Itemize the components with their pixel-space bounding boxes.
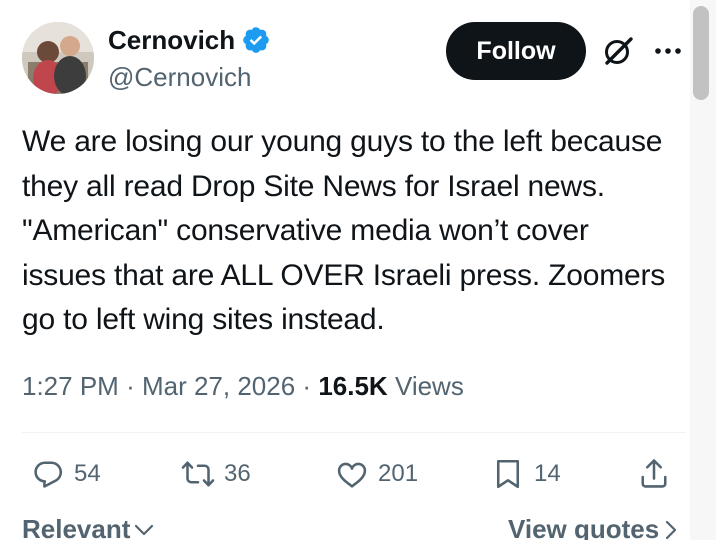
views-count: 16.5K bbox=[318, 371, 388, 401]
retweet-count: 36 bbox=[224, 460, 251, 487]
tweet-text-line: they all read Drop Site News for Israel … bbox=[22, 169, 605, 203]
meta-separator: · bbox=[302, 371, 312, 401]
like-count: 201 bbox=[378, 460, 419, 487]
share-icon bbox=[641, 459, 667, 488]
tweet-text-line: "American" conservative media won’t cove… bbox=[22, 214, 589, 247]
reply-icon bbox=[34, 461, 63, 488]
tweet-text: We are losing our young guys to the left… bbox=[22, 120, 690, 343]
like-button[interactable]: 201 bbox=[334, 454, 418, 494]
tweet-meta: 1:27 PM · Mar 27, 2026 · 16.5K Views bbox=[22, 367, 464, 405]
bookmark-count: 14 bbox=[534, 460, 561, 487]
views-label: Views bbox=[394, 371, 464, 401]
reply-button[interactable]: 54 bbox=[30, 454, 101, 494]
tweet-text-line: issues that are ALL OVER Israeli press. … bbox=[22, 258, 666, 292]
retweet-icon bbox=[181, 461, 215, 487]
more-options-icon[interactable] bbox=[650, 36, 686, 66]
retweet-button[interactable]: 36 bbox=[180, 454, 251, 494]
grok-icon[interactable] bbox=[600, 33, 636, 69]
tweet-date[interactable]: Mar 27, 2026 bbox=[142, 371, 295, 401]
reply-count: 54 bbox=[74, 460, 101, 487]
tweet-text-line: go to left wing sites instead. bbox=[22, 303, 385, 336]
chevron-right-icon bbox=[666, 520, 677, 539]
tweet-time[interactable]: 1:27 PM bbox=[22, 371, 119, 401]
divider bbox=[22, 432, 686, 433]
author-handle[interactable]: @Cernovich bbox=[108, 61, 251, 93]
tweet-detail: Cernovich @Cernovich Follow We are losin… bbox=[0, 0, 716, 540]
reply-sort-label: Relevant bbox=[22, 514, 131, 540]
view-quotes-link[interactable]: View quotes bbox=[508, 514, 677, 540]
verified-badge-icon[interactable] bbox=[241, 25, 271, 55]
author-name-row[interactable]: Cernovich bbox=[108, 24, 271, 56]
meta-separator: · bbox=[126, 371, 135, 401]
author-display-name[interactable]: Cernovich bbox=[108, 24, 235, 56]
follow-button[interactable]: Follow bbox=[446, 22, 586, 80]
scrollbar-thumb[interactable] bbox=[693, 6, 709, 100]
reply-sort-dropdown[interactable]: Relevant bbox=[22, 514, 154, 540]
avatar[interactable] bbox=[22, 22, 94, 94]
heart-icon bbox=[337, 462, 367, 488]
share-button[interactable] bbox=[636, 454, 672, 494]
chevron-down-icon bbox=[135, 524, 154, 535]
tweet-text-line: We are losing our young guys to the left… bbox=[22, 125, 663, 158]
view-quotes-label: View quotes bbox=[508, 514, 660, 540]
bookmark-icon bbox=[496, 459, 520, 489]
bookmark-button[interactable]: 14 bbox=[490, 454, 561, 494]
